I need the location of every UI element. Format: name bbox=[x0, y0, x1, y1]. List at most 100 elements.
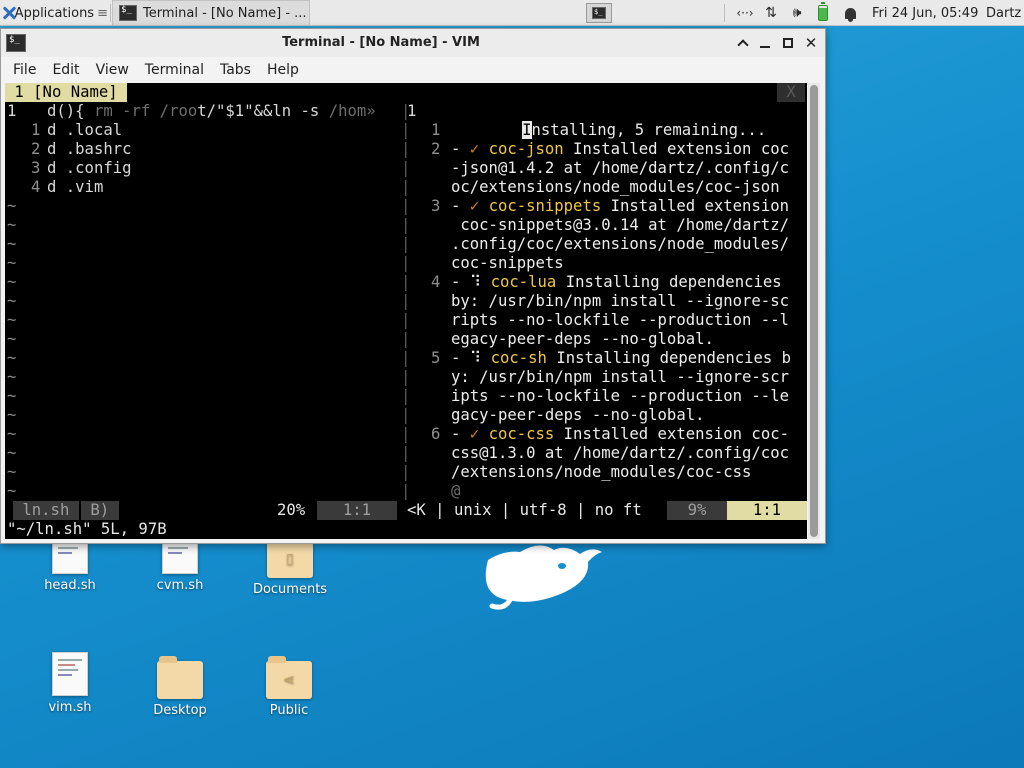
install-status-text: nstalling, 5 remaining... bbox=[531, 121, 767, 139]
text-file-icon bbox=[52, 652, 88, 696]
maximize-button[interactable] bbox=[778, 33, 798, 53]
relative-line-number: 4 bbox=[431, 273, 441, 291]
code-line: d(){ rm -rf /root/"$1"&&ln -s /hom» bbox=[47, 102, 376, 120]
empty-line-tilde: ~ bbox=[7, 425, 17, 443]
xfce-mouse-logo bbox=[485, 545, 602, 610]
relative-line-number: 6 bbox=[431, 425, 441, 443]
menu-bar: File Edit View Terminal Tabs Help bbox=[1, 57, 825, 83]
chevron-up-icon bbox=[737, 39, 749, 51]
status-percent-right: 9% bbox=[667, 501, 727, 520]
desktop-icon-desktop[interactable]: Desktop bbox=[130, 655, 230, 718]
vim-tab[interactable]: 1 [No Name] bbox=[5, 83, 128, 102]
workspace-switcher[interactable]: $_ bbox=[585, 0, 613, 26]
desktop-icon-label: vim.sh bbox=[48, 700, 92, 715]
panel-separator bbox=[724, 4, 725, 22]
empty-line-tilde: ~ bbox=[7, 368, 17, 386]
relative-line-number: 2 bbox=[31, 140, 41, 158]
relative-line-number: 1 bbox=[31, 121, 41, 139]
top-panel: Applications ≡ $_ Terminal - [No Name] -… bbox=[0, 0, 1024, 26]
status-position-right: 1:1 bbox=[727, 501, 807, 520]
empty-line-tilde: ~ bbox=[7, 387, 17, 405]
coc-output-line: - ⠹ coc-lua Installing dependencies bbox=[451, 273, 782, 291]
terminal-scrollbar[interactable] bbox=[808, 83, 820, 539]
status-filename: ln.sh bbox=[13, 501, 79, 520]
netrw-entry: d .bashrc bbox=[47, 140, 132, 158]
relative-line-number: 3 bbox=[31, 159, 41, 177]
minimize-button[interactable] bbox=[755, 33, 775, 53]
menu-view[interactable]: View bbox=[88, 62, 137, 78]
shade-button[interactable] bbox=[733, 33, 753, 53]
window-titlebar[interactable]: $_ Terminal - [No Name] - VIM ✕ bbox=[1, 29, 825, 57]
notification-bell-icon[interactable] bbox=[838, 0, 862, 26]
user-menu[interactable]: Dartz bbox=[986, 0, 1024, 26]
empty-line-tilde: ~ bbox=[7, 273, 17, 291]
empty-line-tilde: ~ bbox=[7, 292, 17, 310]
menu-terminal[interactable]: Terminal bbox=[137, 62, 212, 78]
desktop-icon-label: head.sh bbox=[44, 578, 96, 593]
desktop-icon-label: Desktop bbox=[153, 703, 207, 718]
close-button[interactable]: ✕ bbox=[801, 33, 821, 53]
documents-folder-icon: ▯ bbox=[267, 535, 313, 578]
netrw-entry: d .local bbox=[47, 121, 123, 139]
relative-line-number: 4 bbox=[31, 178, 41, 196]
folder-icon bbox=[157, 656, 203, 699]
empty-line-tilde: ~ bbox=[7, 349, 17, 367]
battery-icon[interactable] bbox=[814, 0, 832, 26]
netrw-entry: d .vim bbox=[47, 178, 104, 196]
taskbar-terminal-label: Terminal - [No Name] - ... bbox=[143, 5, 307, 21]
coc-output-line: ripts --no-lockfile --production --l bbox=[451, 311, 789, 329]
code-line: Installing, 5 remaining... bbox=[447, 102, 766, 139]
desktop-icon-vim-sh[interactable]: vim.sh bbox=[20, 652, 120, 715]
transfer-icon[interactable]: ⇅ bbox=[760, 0, 782, 26]
coc-output-line: gacy-peer-deps --no-global. bbox=[451, 406, 705, 424]
coc-output-line: ipts --no-lockfile --production --le bbox=[451, 387, 789, 405]
empty-line-tilde: ~ bbox=[7, 197, 17, 215]
relative-line-number: 1 bbox=[431, 121, 441, 139]
applications-menu-button[interactable]: Applications ≡ bbox=[2, 0, 108, 26]
terminal-area[interactable]: 1 [No Name] X 1 d(){ rm -rf /root/"$1"&&… bbox=[5, 83, 807, 539]
menu-file[interactable]: File bbox=[5, 62, 44, 78]
terminal-icon: $_ bbox=[119, 5, 137, 21]
menu-help[interactable]: Help bbox=[259, 62, 307, 78]
coc-output-line: - ✓ coc-snippets Installed extension bbox=[451, 197, 789, 215]
panel-separator bbox=[110, 4, 111, 22]
status-flag: B) bbox=[81, 501, 119, 520]
empty-line-tilde: ~ bbox=[7, 254, 17, 272]
empty-line-tilde: ~ bbox=[7, 216, 17, 234]
menu-edit[interactable]: Edit bbox=[44, 62, 87, 78]
empty-line-tilde: ~ bbox=[7, 406, 17, 424]
relative-line-number: 5 bbox=[431, 349, 441, 367]
menu-tabs[interactable]: Tabs bbox=[212, 62, 259, 78]
taskbar-terminal-button[interactable]: $_ Terminal - [No Name] - ... bbox=[112, 0, 310, 26]
coc-output-line: coc-snippets bbox=[451, 254, 564, 272]
clock[interactable]: Fri 24 Jun, 05:49 bbox=[872, 0, 982, 26]
coc-output-line: .config/coc/extensions/node_modules/ bbox=[451, 235, 789, 253]
coc-output-line: @ bbox=[451, 482, 461, 500]
coc-output-line: coc-snippets@3.0.14 at /home/dartz/ bbox=[451, 216, 789, 234]
coc-output-line: y: /usr/bin/npm install --ignore-scr bbox=[451, 368, 789, 386]
volume-icon[interactable]: 🕪 bbox=[786, 0, 808, 26]
empty-line-tilde: ~ bbox=[7, 235, 17, 253]
desktop-icon-label: Public bbox=[269, 703, 309, 718]
coc-output-line: oc/extensions/node_modules/coc-json bbox=[451, 178, 780, 196]
empty-line-tilde: ~ bbox=[7, 311, 17, 329]
desktop-icon-public[interactable]: ⋖ Public bbox=[239, 655, 339, 718]
status-percent-left: 20% bbox=[277, 501, 306, 519]
vim-tab-close[interactable]: X bbox=[777, 83, 806, 102]
scrollbar-thumb[interactable] bbox=[810, 85, 818, 537]
desktop-icon-label: cvm.sh bbox=[156, 578, 204, 593]
status-position-left: 1:1 bbox=[317, 501, 397, 520]
network-icon[interactable]: ‹··› bbox=[734, 0, 756, 26]
line-number: 1 bbox=[7, 102, 17, 120]
empty-line-tilde: ~ bbox=[7, 463, 17, 481]
terminal-window: $_ Terminal - [No Name] - VIM ✕ File Edi… bbox=[0, 28, 826, 544]
empty-line-tilde: ~ bbox=[7, 444, 17, 462]
vim-message-line: "~/ln.sh" 5L, 97B bbox=[7, 520, 167, 538]
close-icon: ✕ bbox=[804, 34, 818, 52]
coc-output-line: -json@1.4.2 at /home/dartz/.config/c bbox=[451, 159, 789, 177]
relative-line-number: 2 bbox=[431, 140, 441, 158]
minimize-icon bbox=[760, 46, 770, 48]
vertical-split-separator: | | | | | | | | | | | | | | | | | | | | … bbox=[401, 102, 411, 500]
line-number: 1 bbox=[407, 102, 417, 120]
empty-line-tilde: ~ bbox=[7, 330, 17, 348]
